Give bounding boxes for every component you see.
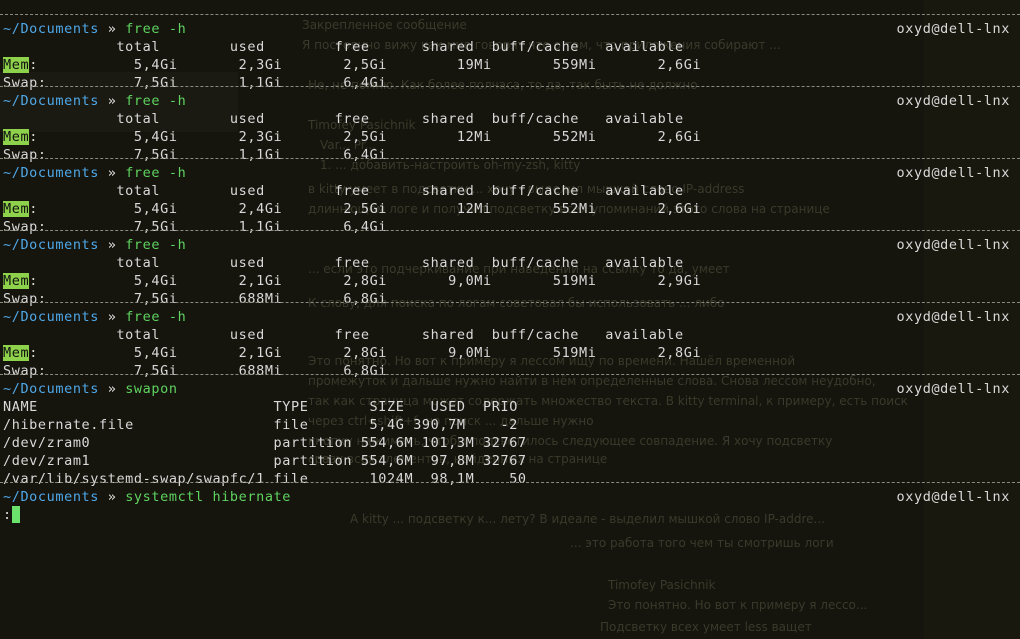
command-text: free -h [125,237,187,253]
output-row: Mem: 5,4Gi 2,1Gi 2,8Gi 9,0Mi 519Mi 2,8Gi [3,344,701,362]
output-row: Swap: 7,5Gi 688Mi 6,8Gi [3,363,388,379]
output-row: NAME TYPE SIZE USED PRIO [3,399,518,415]
host-label: oxyd@dell-lnx [896,489,1010,505]
output-row: total used free shared buff/cache availa… [3,39,684,55]
output-row: Mem: 5,4Gi 2,3Gi 2,5Gi 12Mi 552Mi 2,6Gi [3,128,701,146]
output-row: /var/lib/systemd-swap/swapfc/1 file 1024… [3,471,527,487]
search-highlight: Mem [3,201,30,217]
host-label: oxyd@dell-lnx [896,21,1010,37]
output-row: Mem: 5,4Gi 2,3Gi 2,5Gi 19Mi 559Mi 2,6Gi [3,56,701,74]
prompt-line: ~/Documents » systemctl hibernate [3,488,291,506]
command-text: free -h [125,165,187,181]
output-row: total used free shared buff/cache availa… [3,111,684,127]
search-highlight: Mem [3,273,30,289]
prompt-directory: ~/Documents [3,21,100,37]
prompt-separator [0,374,1020,375]
prompt-separator [0,158,1020,159]
prompt-arrow: » [99,93,126,109]
prompt-separator [0,302,1020,303]
output-row-text: : 5,4Gi 2,3Gi 2,5Gi 19Mi 559Mi 2,6Gi [29,57,702,73]
prompt-line: ~/Documents » free -h [3,236,186,254]
output-row-text: : 5,4Gi 2,3Gi 2,5Gi 12Mi 552Mi 2,6Gi [29,129,702,145]
host-label: oxyd@dell-lnx [896,165,1010,181]
command-text: systemctl hibernate [125,489,292,505]
host-label: oxyd@dell-lnx [896,381,1010,397]
prompt-separator [0,482,1020,483]
output-row: total used free shared buff/cache availa… [3,183,684,199]
prompt-line: ~/Documents » free -h [3,92,186,110]
output-row-text: : 5,4Gi 2,1Gi 2,8Gi 9,0Mi 519Mi 2,8Gi [29,345,702,361]
command-text: free -h [125,21,187,37]
output-row: Mem: 5,4Gi 2,4Gi 2,5Gi 12Mi 552Mi 2,6Gi [3,200,701,218]
text-cursor [11,506,20,523]
prompt-line: ~/Documents » free -h [3,164,186,182]
search-highlight: Mem [3,57,30,73]
prompt-arrow: » [99,309,126,325]
prompt-arrow: » [99,489,126,505]
search-highlight: Mem [3,345,30,361]
command-text: free -h [125,309,187,325]
output-row: /dev/zram1 partition 554,6M 97,8M 32767 [3,453,527,469]
terminal-window[interactable]: ~/Documents » free -h oxyd@dell-lnx total… [0,0,1020,639]
prompt-separator [0,14,1020,15]
prompt-directory: ~/Documents [3,165,100,181]
prompt-arrow: » [99,381,126,397]
prompt-line: ~/Documents » free -h [3,308,186,326]
pager-prompt: : [3,506,20,524]
output-row: /dev/zram0 partition 554,6M 101,3M 32767 [3,435,527,451]
prompt-separator [0,230,1020,231]
host-label: oxyd@dell-lnx [896,309,1010,325]
prompt-arrow: » [99,165,126,181]
search-highlight: Mem [3,129,30,145]
output-row: Mem: 5,4Gi 2,1Gi 2,8Gi 9,0Mi 519Mi 2,9Gi [3,272,701,290]
prompt-line: ~/Documents » swapon [3,380,178,398]
output-row: total used free shared buff/cache availa… [3,327,684,343]
output-row: total used free shared buff/cache availa… [3,255,684,271]
output-row-text: : 5,4Gi 2,4Gi 2,5Gi 12Mi 552Mi 2,6Gi [29,201,702,217]
output-row: /hibernate.file file 5,4G 390,7M -2 [3,417,518,433]
output-row-text: : 5,4Gi 2,1Gi 2,8Gi 9,0Mi 519Mi 2,9Gi [29,273,702,289]
prompt-separator [0,86,1020,87]
output-row: Swap: 7,5Gi 1,1Gi 6,4Gi [3,75,388,91]
output-row: Swap: 7,5Gi 688Mi 6,8Gi [3,291,388,307]
prompt-arrow: » [99,21,126,37]
prompt-directory: ~/Documents [3,237,100,253]
prompt-directory: ~/Documents [3,93,100,109]
prompt-directory: ~/Documents [3,381,100,397]
host-label: oxyd@dell-lnx [896,93,1010,109]
output-row: Swap: 7,5Gi 1,1Gi 6,4Gi [3,147,388,163]
command-text: swapon [125,381,178,397]
output-row: Swap: 7,5Gi 1,1Gi 6,4Gi [3,219,388,235]
prompt-directory: ~/Documents [3,489,100,505]
prompt-line: ~/Documents » free -h [3,20,186,38]
command-text: free -h [125,93,187,109]
prompt-directory: ~/Documents [3,309,100,325]
prompt-arrow: » [99,237,126,253]
pager-colon: : [3,507,12,523]
host-label: oxyd@dell-lnx [896,237,1010,253]
